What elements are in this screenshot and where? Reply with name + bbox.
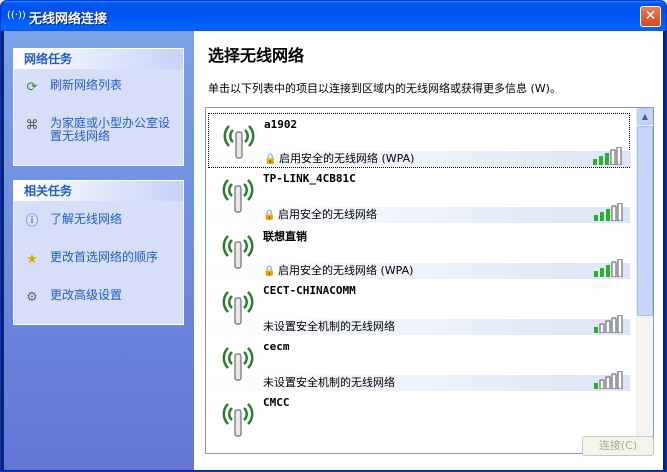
task-label: 更改首选网络的顺序	[50, 250, 159, 264]
task-label: 了解无线网络	[50, 212, 123, 226]
star-icon: ★	[26, 252, 38, 267]
close-button[interactable]: ✕	[640, 6, 661, 27]
related-tasks-panel: 相关任务 ⓘ 了解无线网络 ★ 更改首选网络的顺序 ⚙ 更改高级设置	[13, 180, 184, 325]
wireless-network-icon	[222, 291, 254, 325]
network-name: 联想直销	[263, 230, 307, 243]
network-name: CMCC	[263, 396, 290, 409]
settings-icon: ⚙	[26, 290, 38, 305]
signal-strength-icon	[594, 371, 623, 389]
wireless-network-icon	[222, 347, 254, 381]
task-label: 为家庭或小型办公室设置无线网络	[50, 116, 171, 143]
info-icon: ⓘ	[25, 214, 39, 229]
lock-icon: 🔒	[263, 266, 276, 277]
page-title: 选择无线网络	[208, 46, 305, 65]
network-item[interactable]: 联想直销 🔒 启用安全的无线网络 (WPA)	[208, 224, 630, 279]
network-list[interactable]: a1902 🔒 启用安全的无线网络 (WPA) TP-LINK_4CB81C 🔒…	[205, 107, 654, 454]
refresh-network-list-link[interactable]: ⟳ 刷新网络列表	[14, 78, 183, 96]
signal-strength-icon	[594, 315, 623, 333]
network-name: a1902	[264, 118, 298, 131]
signal-strength-icon	[593, 147, 622, 165]
network-item[interactable]: a1902 🔒 启用安全的无线网络 (WPA)	[208, 113, 631, 168]
lock-icon: 🔒	[264, 154, 277, 165]
network-name: TP-LINK_4CB81C	[263, 172, 356, 185]
main-panel: 选择无线网络 单击以下列表中的项目以连接到区域内的无线网络或获得更多信息 (W)…	[194, 31, 663, 470]
client-area: 网络任务 ⟳ 刷新网络列表 ⌘ 为家庭或小型办公室设置无线网络 相关任务 ⓘ 了…	[4, 31, 663, 470]
network-security: 未设置安全机制的无线网络	[263, 376, 395, 389]
refresh-icon: ⟳	[26, 80, 38, 95]
network-tasks-panel: 网络任务 ⟳ 刷新网络列表 ⌘ 为家庭或小型办公室设置无线网络	[13, 48, 184, 166]
network-security: 启用安全的无线网络 (WPA)	[278, 264, 414, 277]
learn-wireless-link[interactable]: ⓘ 了解无线网络	[14, 212, 183, 230]
network-item[interactable]: CMCC	[208, 392, 630, 447]
wireless-network-icon	[222, 179, 254, 213]
network-list-scrollbar[interactable]: ▲ ▼	[636, 108, 653, 453]
setup-home-network-link[interactable]: ⌘ 为家庭或小型办公室设置无线网络	[14, 117, 179, 143]
network-security: 启用安全的无线网络 (WPA)	[279, 152, 415, 165]
scroll-up-button[interactable]: ▲	[637, 108, 653, 125]
network-name: cecm	[263, 340, 290, 353]
wireless-connection-window: ((·)) 无线网络连接 ✕ 网络任务 ⟳ 刷新网络列表 ⌘ 为家庭或小型办公室…	[0, 0, 667, 472]
page-subtitle: 单击以下列表中的项目以连接到区域内的无线网络或获得更多信息 (W)。	[208, 82, 561, 95]
network-security: 启用安全的无线网络	[278, 208, 377, 221]
network-security: 未设置安全机制的无线网络	[263, 320, 395, 333]
setup-icon: ⌘	[25, 118, 39, 133]
title-bar[interactable]: ((·)) 无线网络连接 ✕	[1, 1, 666, 31]
wireless-network-icon	[223, 125, 255, 159]
sidebar: 网络任务 ⟳ 刷新网络列表 ⌘ 为家庭或小型办公室设置无线网络 相关任务 ⓘ 了…	[4, 31, 194, 470]
lock-icon: 🔒	[263, 210, 276, 221]
wireless-network-icon	[222, 403, 254, 437]
network-name: CECT-CHINACOMM	[263, 284, 356, 297]
network-item[interactable]: CECT-CHINACOMM 未设置安全机制的无线网络	[208, 280, 630, 335]
connect-button[interactable]: 连接(C)	[582, 436, 654, 456]
network-item[interactable]: TP-LINK_4CB81C 🔒 启用安全的无线网络	[208, 168, 630, 223]
change-preferred-order-link[interactable]: ★ 更改首选网络的顺序	[14, 250, 183, 268]
scroll-thumb[interactable]	[637, 126, 653, 316]
wireless-icon: ((·))	[7, 10, 26, 21]
signal-strength-icon	[594, 259, 623, 277]
close-icon: ✕	[644, 8, 657, 24]
related-tasks-header: 相关任务	[14, 181, 183, 201]
chevron-up-icon: ▲	[641, 112, 649, 121]
network-item[interactable]: cecm 未设置安全机制的无线网络	[208, 336, 630, 391]
signal-strength-icon	[594, 203, 623, 221]
network-tasks-header: 网络任务	[14, 49, 183, 69]
change-advanced-settings-link[interactable]: ⚙ 更改高级设置	[14, 288, 183, 306]
window-title: 无线网络连接	[29, 12, 108, 27]
task-label: 更改高级设置	[50, 288, 123, 302]
task-label: 刷新网络列表	[50, 78, 123, 92]
wireless-network-icon	[222, 235, 254, 269]
